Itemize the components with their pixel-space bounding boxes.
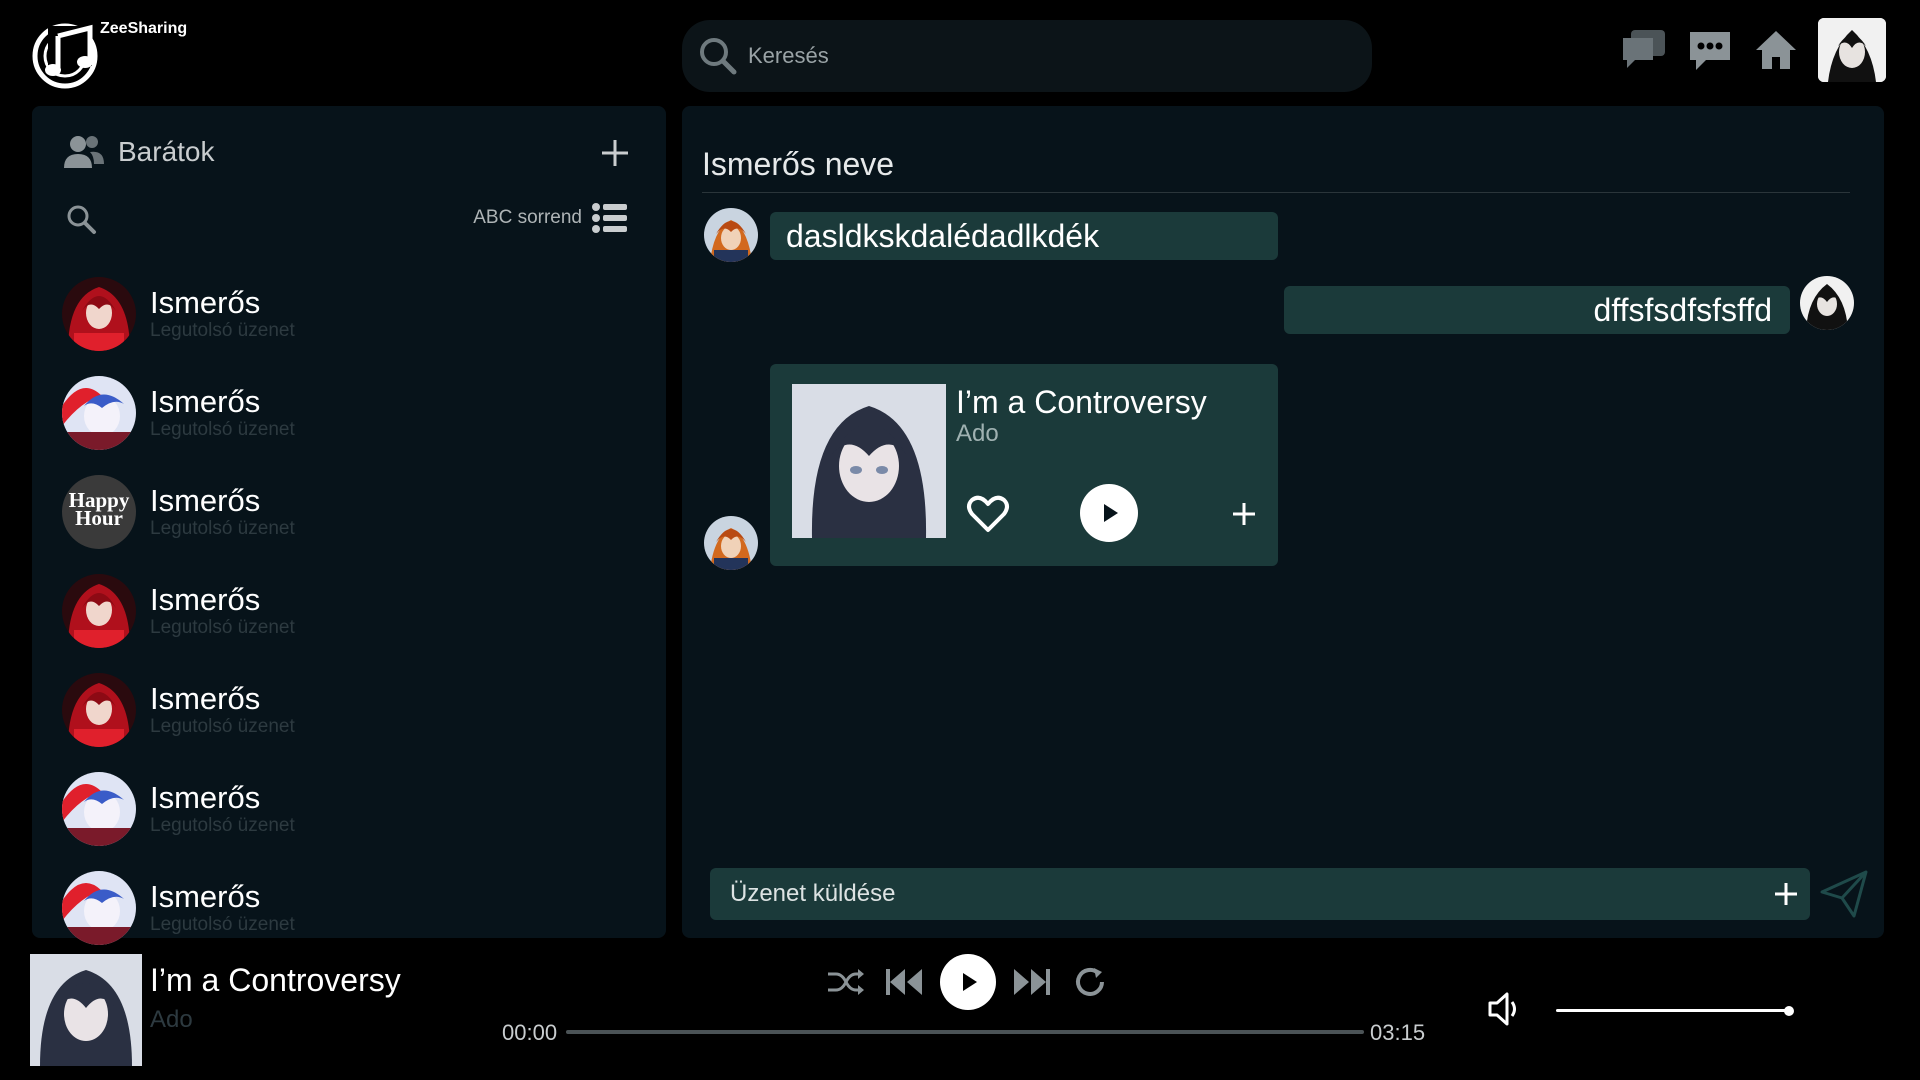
message-bubble-sent[interactable]: dffsfsdfsfsffd [1284,286,1790,334]
friends-search-icon[interactable] [64,202,98,236]
my-avatar[interactable] [1800,276,1854,330]
friend-avatar [62,870,136,945]
list-icon [592,203,627,233]
volume-icon[interactable] [1486,990,1524,1028]
search-icon [700,38,737,75]
friend-last-message: Legutolsó üzenet [150,913,295,935]
friend-avatar [62,375,136,450]
home-icon[interactable] [1752,26,1800,74]
message-icon[interactable] [1686,26,1734,74]
sort-label: ABC sorrend [473,207,582,228]
chat-panel: Ismerős neve dasldkskdalédadlkdék dffsfs… [682,106,1884,938]
friend-last-message: Legutolsó üzenet [150,814,295,836]
friends-list: Ismerős Legutolsó üzenet Ismerős Legutolsó … [62,264,652,957]
friends-panel: Barátok ABC sorrend Ismerős Legutolsó üze… [32,106,666,945]
duration: 03:15 [1370,1020,1426,1045]
friend-name: Ismerős [150,383,261,419]
friend-list-item[interactable]: Ismerős Legutolsó üzenet [62,858,652,957]
friend-list-item[interactable]: Ismerős Legutolsó üzenet [62,363,652,462]
current-time: 00:00 [502,1020,558,1045]
message-input[interactable] [730,880,1730,908]
app-name: ZeeSharing [100,20,188,37]
volume-slider[interactable] [1556,1009,1788,1012]
contact-avatar[interactable] [704,208,758,262]
now-playing-art[interactable] [30,954,142,1066]
contact-avatar[interactable] [704,516,758,570]
next-icon[interactable] [1010,960,1054,1004]
play-button[interactable] [940,954,996,1010]
play-button[interactable] [1080,484,1138,542]
chat-icon[interactable] [1620,26,1668,74]
attach-icon[interactable] [1772,880,1800,908]
album-art [792,384,946,538]
play-icon [1104,504,1118,522]
friend-name: Ismerős [150,878,261,914]
chat-title: Ismerős neve [702,146,895,182]
friend-avatar [62,276,136,351]
search-input[interactable] [748,43,1328,69]
friend-name: Ismerős [150,680,261,716]
friend-avatar [62,771,136,846]
friend-list-item[interactable]: Happy Hour Ismerős Legutolsó üzenet [62,462,652,561]
friend-avatar [62,672,136,747]
friend-list-item[interactable]: Ismerős Legutolsó üzenet [62,660,652,759]
message-composer[interactable] [710,868,1810,920]
divider [702,192,1850,193]
now-playing-title: I’m a Controversy [150,962,401,998]
friend-avatar [62,573,136,648]
add-friend-icon[interactable] [598,136,632,170]
volume-slider-handle[interactable] [1784,1006,1794,1016]
progress-bar[interactable] [566,1030,1364,1034]
friend-name: Ismerős [150,779,261,815]
friend-list-item[interactable]: Ismerős Legutolsó üzenet [62,759,652,858]
message-bubble-received[interactable]: dasldkskdalédadlkdék [770,212,1278,260]
shuffle-icon[interactable] [824,960,868,1004]
send-icon[interactable] [1818,868,1870,920]
previous-icon[interactable] [882,960,926,1004]
profile-avatar[interactable] [1818,18,1886,82]
song-title: I’m a Controversy [956,384,1207,420]
friend-last-message: Legutolsó üzenet [150,319,295,341]
friend-last-message: Legutolsó üzenet [150,418,295,440]
sort-toggle[interactable]: ABC sorrend [473,202,628,234]
play-icon [963,973,977,991]
svg-text:Hour: Hour [75,506,123,530]
friend-list-item[interactable]: Ismerős Legutolsó üzenet [62,264,652,363]
song-artist: Ado [956,420,999,447]
app-logo-icon[interactable] [28,16,102,92]
friend-name: Ismerős [150,482,261,518]
friend-last-message: Legutolsó üzenet [150,517,295,539]
friend-avatar: Happy Hour [62,474,136,549]
friend-name: Ismerős [150,284,261,320]
shared-song-card[interactable]: I’m a Controversy Ado [770,364,1278,566]
friend-last-message: Legutolsó üzenet [150,715,295,737]
friends-title: Barátok [118,136,215,167]
friend-name: Ismerős [150,581,261,617]
add-to-playlist-icon[interactable] [1230,500,1258,528]
friend-list-item[interactable]: Ismerős Legutolsó üzenet [62,561,652,660]
friends-icon [64,136,104,168]
heart-icon[interactable] [966,494,1010,534]
search-bar[interactable] [682,20,1372,92]
repeat-icon[interactable] [1068,960,1112,1004]
friend-last-message: Legutolsó üzenet [150,616,295,638]
now-playing-artist: Ado [150,1006,193,1033]
